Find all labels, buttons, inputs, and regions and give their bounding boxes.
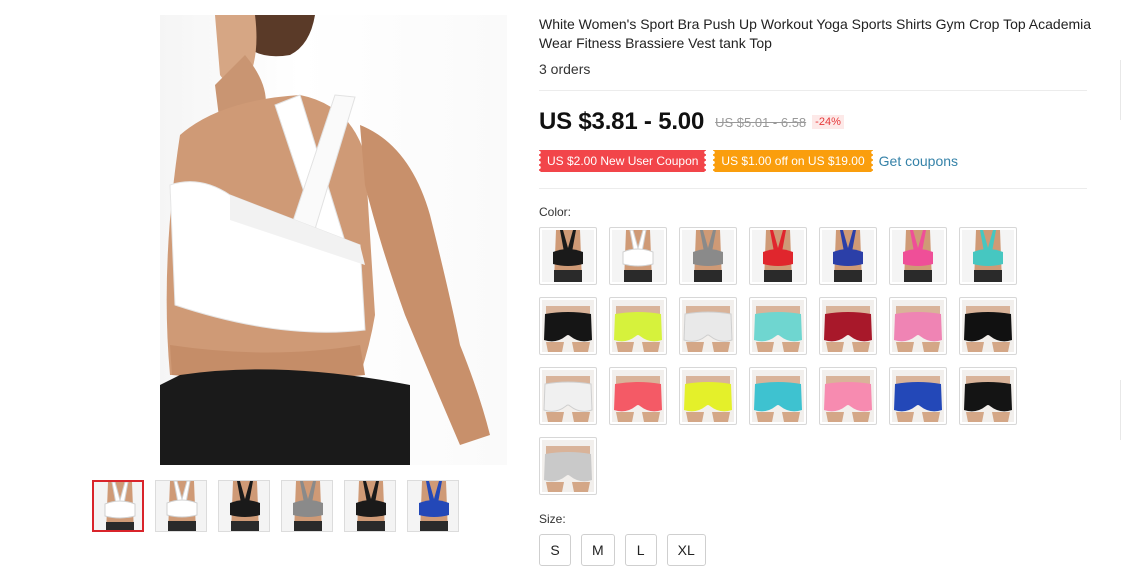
gallery-thumbnail[interactable] — [92, 480, 144, 532]
color-swatch[interactable] — [819, 227, 877, 285]
color-swatch[interactable] — [539, 227, 597, 285]
swatch-image — [752, 300, 804, 352]
store-coupon[interactable]: US $1.00 off on US $19.00 — [711, 150, 875, 172]
price-row: US $3.81 - 5.00 US $5.01 - 6.58 -24% — [539, 108, 844, 136]
color-swatch[interactable] — [609, 297, 667, 355]
swatch-image — [542, 230, 594, 282]
color-swatch[interactable] — [819, 297, 877, 355]
swatch-image — [892, 300, 944, 352]
color-swatch[interactable] — [749, 297, 807, 355]
color-swatch[interactable] — [679, 227, 737, 285]
gallery-thumbnail[interactable] — [281, 480, 333, 532]
color-swatch[interactable] — [889, 367, 947, 425]
color-swatch[interactable] — [539, 297, 597, 355]
swatch-image — [822, 230, 874, 282]
new-user-coupon[interactable]: US $2.00 New User Coupon — [536, 150, 709, 172]
color-swatch[interactable] — [959, 297, 1017, 355]
color-swatch[interactable] — [679, 367, 737, 425]
edge-divider — [1120, 60, 1121, 120]
discount-badge: -24% — [812, 115, 844, 129]
color-swatch[interactable] — [889, 227, 947, 285]
swatch-image — [542, 440, 594, 492]
color-swatch[interactable] — [679, 297, 737, 355]
gallery-thumbnail[interactable] — [344, 480, 396, 532]
order-count: 3 orders — [539, 61, 591, 77]
swatch-image — [822, 300, 874, 352]
get-coupons-link[interactable]: Get coupons — [879, 153, 958, 169]
swatch-image — [962, 370, 1014, 422]
size-label: Size: — [539, 512, 566, 526]
swatch-image — [892, 370, 944, 422]
swatch-image — [542, 370, 594, 422]
color-swatch[interactable] — [959, 227, 1017, 285]
divider — [539, 188, 1087, 189]
product-title: White Women's Sport Bra Push Up Workout … — [539, 16, 1092, 51]
color-label: Color: — [539, 205, 572, 219]
color-swatch[interactable] — [959, 367, 1017, 425]
size-option[interactable]: S — [539, 534, 571, 566]
color-swatch[interactable] — [539, 437, 597, 495]
color-swatch[interactable] — [749, 367, 807, 425]
swatch-image — [612, 300, 664, 352]
size-option[interactable]: XL — [666, 534, 706, 566]
size-options: S M L XL — [539, 534, 706, 566]
gallery-thumbnail[interactable] — [218, 480, 270, 532]
swatch-image — [962, 300, 1014, 352]
swatch-image — [612, 370, 664, 422]
color-swatch[interactable] — [749, 227, 807, 285]
current-price: US $3.81 - 5.00 — [539, 108, 705, 135]
divider — [539, 90, 1087, 91]
color-swatch-grid — [539, 227, 1029, 495]
product-page: White Women's Sport Bra Push Up Workout … — [0, 0, 1124, 580]
swatch-image — [542, 300, 594, 352]
color-swatch[interactable] — [889, 297, 947, 355]
swatch-image — [752, 370, 804, 422]
main-product-image[interactable] — [160, 15, 507, 465]
color-swatch[interactable] — [609, 367, 667, 425]
coupon-row: US $2.00 New User Coupon US $1.00 off on… — [536, 150, 958, 172]
gallery-thumbnail[interactable] — [407, 480, 459, 532]
model-photo — [160, 15, 490, 465]
swatch-image — [612, 230, 664, 282]
swatch-image — [892, 230, 944, 282]
swatch-image — [752, 230, 804, 282]
size-option[interactable]: L — [624, 534, 657, 566]
edge-divider — [1120, 380, 1121, 440]
swatch-image — [682, 370, 734, 422]
color-swatch[interactable] — [609, 227, 667, 285]
size-option[interactable]: M — [581, 534, 615, 566]
gallery-thumbnail[interactable] — [155, 480, 207, 532]
swatch-image — [822, 370, 874, 422]
swatch-image — [682, 300, 734, 352]
color-swatch[interactable] — [819, 367, 877, 425]
thumbnail-strip — [92, 480, 459, 532]
swatch-image — [682, 230, 734, 282]
swatch-image — [962, 230, 1014, 282]
original-price: US $5.01 - 6.58 — [715, 114, 807, 130]
color-swatch[interactable] — [539, 367, 597, 425]
